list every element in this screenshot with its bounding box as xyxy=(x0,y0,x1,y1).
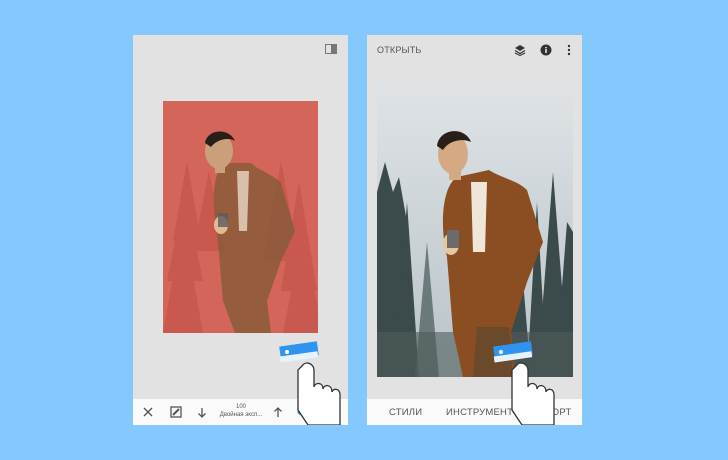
split-compare-icon[interactable] xyxy=(324,43,338,55)
info-icon[interactable] xyxy=(539,43,553,57)
screen: { "left_screen": { "compare_icon": "spli… xyxy=(0,0,728,460)
arrow-down-icon[interactable] xyxy=(195,405,209,419)
layers-icon[interactable] xyxy=(513,43,527,57)
tab-styles[interactable]: СТИЛИ xyxy=(389,407,422,418)
opacity-value: 100 xyxy=(235,404,246,410)
open-button[interactable]: ОТКРЫТЬ xyxy=(377,45,422,55)
tool-name-label: Двойная эксп... xyxy=(219,412,263,418)
result-photo xyxy=(377,82,573,377)
brush-mask-icon[interactable] xyxy=(169,405,183,419)
double-exposure-preview xyxy=(163,101,318,333)
hand-pointer-icon xyxy=(492,340,562,426)
more-vert-icon[interactable] xyxy=(564,43,574,57)
hand-pointer-icon xyxy=(278,340,348,426)
close-icon[interactable] xyxy=(141,405,155,419)
